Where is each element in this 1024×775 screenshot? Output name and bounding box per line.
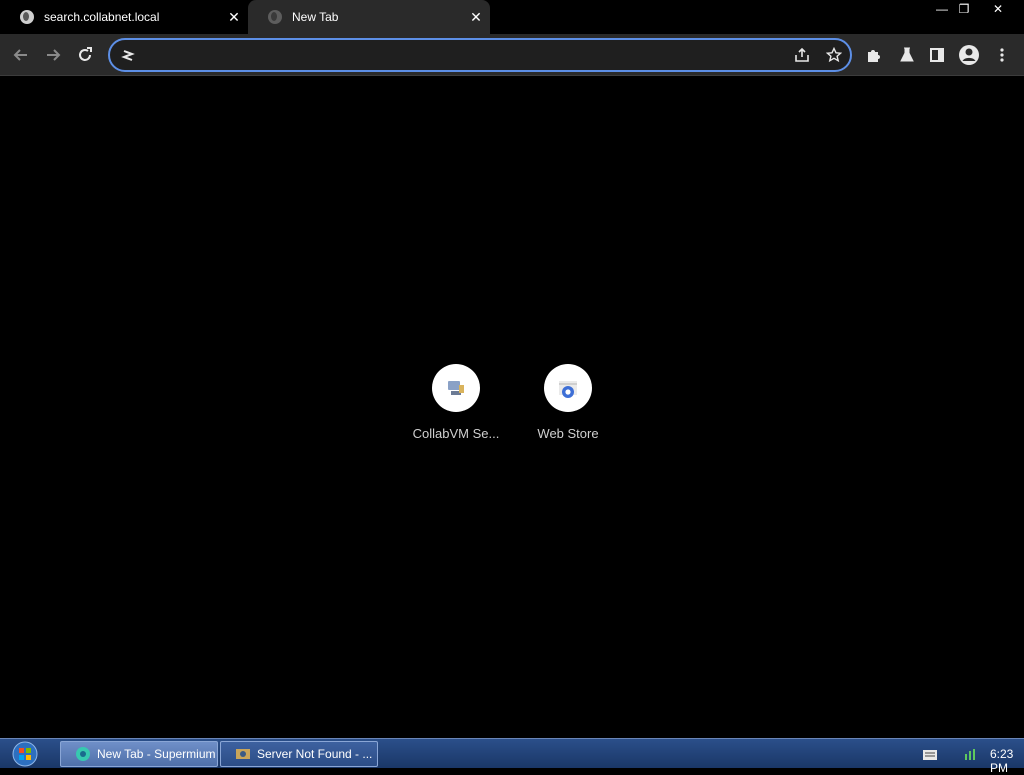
side-panel-icon [930,48,944,62]
taskbar-item-supermium[interactable]: New Tab - Supermium [60,741,218,767]
side-panel-button[interactable] [924,42,950,68]
tab-title: search.collabnet.local [44,10,160,24]
windows-orb-icon [12,741,38,767]
address-bar[interactable] [108,38,852,72]
shortcut-label: Web Store [537,426,599,441]
taskbar: New Tab - Supermium Server Not Found - .… [0,738,1024,775]
labs-button[interactable] [894,42,920,68]
browser-window-icon [236,749,250,759]
taskbar-item-server-not-found[interactable]: Server Not Found - ... [220,741,378,767]
kebab-menu-icon [1000,48,1004,62]
share-icon[interactable] [794,47,810,63]
reload-icon [79,47,92,61]
tab-search-collabnet[interactable]: search.collabnet.local ✕ [0,0,248,34]
tab-new-tab[interactable]: New Tab ✕ [248,0,490,34]
taskbar-item-label: New Tab - Supermium [97,747,216,761]
avatar-icon [959,45,979,65]
arrow-right-icon [47,49,61,61]
globe-icon [268,10,282,24]
shortcut-icon-tile [544,364,592,412]
web-store-icon [559,381,577,398]
shortcut-icon-tile [432,364,480,412]
profile-button[interactable] [956,42,982,68]
shortcut-web-store[interactable]: Web Store [512,364,624,441]
network-icon[interactable] [964,746,980,762]
tab-strip: search.collabnet.local ✕ New Tab ✕ — ❐ ✕ [0,0,1024,34]
search-engine-icon [121,50,135,61]
tab-title: New Tab [292,10,339,24]
close-window-button[interactable]: ✕ [982,0,1014,18]
close-tab-icon[interactable]: ✕ [226,9,242,25]
shortcut-label: CollabVM Se... [412,426,500,441]
reload-button[interactable] [72,42,98,68]
computer-icon [448,381,464,395]
address-input[interactable] [142,46,782,64]
close-tab-icon[interactable]: ✕ [468,9,484,25]
supermium-icon [76,747,90,761]
forward-button[interactable] [40,42,66,68]
start-button[interactable] [6,740,44,768]
puzzle-icon [868,50,880,62]
keyboard-icon[interactable] [922,749,938,761]
new-tab-page: CollabVM Se... Web Store [0,77,1024,738]
arrow-left-icon [13,49,27,61]
globe-icon [20,10,34,24]
extensions-button[interactable] [861,42,887,68]
menu-button[interactable] [989,42,1015,68]
system-tray: 6:23 PM [874,739,1024,775]
clock[interactable]: 6:23 PM [990,747,1024,775]
taskbar-item-label: Server Not Found - ... [257,747,373,761]
shortcut-collabvm[interactable]: CollabVM Se... [400,364,512,441]
star-icon[interactable] [826,47,842,63]
flask-icon [900,47,914,62]
restore-button[interactable]: ❐ [948,0,980,18]
back-button[interactable] [8,42,34,68]
